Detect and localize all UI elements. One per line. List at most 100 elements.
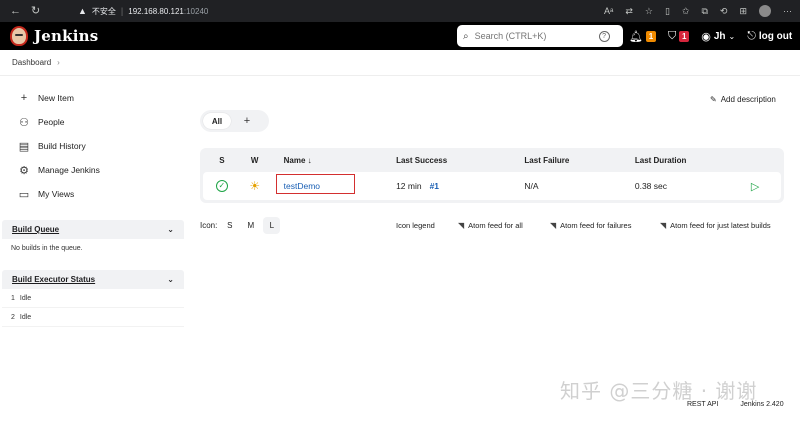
executor-row: 2 Idle	[2, 308, 184, 327]
footer: REST API Jenkins 2.420	[687, 401, 784, 408]
address-bar[interactable]: ▲ 不安全 | 192.168.80.121:10240	[70, 3, 216, 19]
chevron-down-icon[interactable]: ⌄	[167, 225, 174, 234]
sidebar-item-manage-jenkins[interactable]: ⚙ Manage Jenkins	[0, 158, 184, 182]
feed-failures-label: Atom feed for failures	[560, 221, 632, 230]
favorites-icon[interactable]: ✩	[682, 6, 690, 17]
help-icon[interactable]: ?	[598, 30, 610, 42]
job-link[interactable]: testDemo	[275, 174, 355, 194]
split-icon[interactable]: ▯	[665, 6, 670, 17]
sidebar-item-label: People	[38, 117, 65, 127]
collections-icon[interactable]: ⧉	[701, 6, 707, 17]
feed-failures-link[interactable]: ◥ Atom feed for failures	[550, 221, 660, 230]
user-menu[interactable]: ◉ Jh ⌄	[701, 30, 735, 43]
logout-button[interactable]: ⎋ log out	[747, 30, 792, 43]
logout-label: log out	[758, 30, 793, 42]
chevron-right-icon[interactable]: ›	[57, 58, 60, 67]
col-name[interactable]: Name ↓	[269, 156, 381, 165]
build-link[interactable]: #1	[430, 181, 439, 191]
back-icon[interactable]: ←	[10, 5, 21, 17]
status-cell: ✓	[203, 180, 241, 192]
sidebar-item-label: My Views	[38, 189, 75, 199]
address-separator: |	[120, 6, 124, 16]
pencil-icon: ✎	[710, 95, 717, 104]
executor-title[interactable]: Build Executor Status	[12, 275, 95, 284]
build-queue-header[interactable]: Build Queue ⌄	[2, 220, 184, 239]
version-link[interactable]: Jenkins 2.420	[740, 401, 783, 408]
executor-header[interactable]: Build Executor Status ⌄	[2, 270, 184, 289]
feed-latest-link[interactable]: ◥ Atom feed for just latest builds	[660, 221, 771, 230]
weather-cell: ☀	[241, 179, 269, 193]
chevron-down-icon[interactable]: ⌄	[167, 275, 174, 284]
more-icon[interactable]: ···	[783, 6, 792, 16]
jobs-table: S W Name ↓ Last Success Last Failure Las…	[200, 148, 784, 203]
header-actions: 🔔︎ 1 ⛉ 1 ◉ Jh ⌄ ⎋ log out	[629, 22, 792, 50]
success-icon: ✓	[215, 180, 228, 192]
last-failure-cell: N/A	[524, 181, 539, 191]
rss-icon: ◥	[458, 221, 465, 230]
icon-size-selector: Icon: S M L	[200, 217, 281, 234]
security-badge: 1	[679, 30, 690, 42]
tab-all[interactable]: All	[203, 113, 231, 129]
jenkins-logo[interactable]: Jenkins	[0, 26, 98, 46]
table-header: S W Name ↓ Last Success Last Failure Las…	[203, 148, 781, 172]
breadcrumb-dashboard[interactable]: Dashboard	[12, 58, 51, 67]
jenkins-butler-icon	[10, 26, 28, 46]
address-host: 192.168.80.121	[128, 7, 184, 16]
add-view-button[interactable]: +	[231, 115, 263, 127]
search-input[interactable]	[474, 31, 593, 41]
view-tabs: All +	[200, 110, 269, 132]
sidebar-item-people[interactable]: ⚇ People	[0, 110, 184, 134]
col-last-success[interactable]: Last Success	[381, 156, 509, 165]
add-description-button[interactable]: ✎ Add description	[710, 95, 776, 104]
browser-tools: Aᵃ ⇄ ☆ ▯ ✩ ⧉ ⟲ ⊞ ···	[604, 0, 792, 22]
executor-status: Idle	[19, 313, 32, 321]
icon-legend-label: Icon legend	[396, 221, 435, 230]
icon-size-l[interactable]: L	[263, 217, 281, 234]
add-description-label: Add description	[720, 95, 776, 104]
feed-all-link[interactable]: ◥ Atom feed for all	[458, 221, 550, 230]
sidebar-item-build-history[interactable]: ▤ Build History	[0, 134, 184, 158]
rest-api-link[interactable]: REST API	[687, 401, 718, 408]
notifications-button[interactable]: 🔔︎ 1	[629, 30, 656, 43]
executor-status: Idle	[19, 294, 32, 302]
rss-icon: ◥	[550, 221, 557, 230]
sidebar-item-label: Build History	[38, 141, 86, 151]
notifications-badge: 1	[645, 30, 656, 42]
run-cell: ▷	[729, 180, 781, 193]
executor-row: 1 Idle	[2, 289, 184, 308]
name-cell: testDemo	[269, 174, 381, 194]
bell-icon: 🔔︎	[629, 30, 643, 43]
icon-legend-link[interactable]: Icon legend	[396, 221, 458, 230]
col-weather[interactable]: W	[241, 156, 269, 165]
user-name: Jh	[713, 30, 726, 42]
feed-latest-label: Atom feed for just latest builds	[670, 221, 771, 230]
profile-icon[interactable]	[759, 5, 771, 17]
sidebar-item-my-views[interactable]: ▭ My Views	[0, 182, 184, 206]
refresh-icon[interactable]: ↻	[31, 5, 40, 17]
executor-number: 1	[11, 294, 15, 302]
window-icon: ▭	[18, 188, 30, 201]
people-icon: ⚇	[19, 116, 29, 129]
watermark: 知乎 @三分糖 · 谢谢	[560, 379, 758, 403]
last-duration-cell: 0.38 sec	[634, 181, 667, 191]
history-icon[interactable]: ⟲	[720, 6, 728, 17]
favorite-icon[interactable]: ☆	[645, 6, 653, 17]
read-aloud-icon[interactable]: Aᵃ	[604, 6, 613, 16]
build-queue-panel: Build Queue ⌄ No builds in the queue.	[2, 220, 184, 258]
icon-size-s[interactable]: S	[221, 217, 238, 234]
col-status[interactable]: S	[203, 156, 241, 165]
shield-icon: ⛉	[667, 29, 677, 42]
col-last-failure[interactable]: Last Failure	[509, 156, 619, 165]
play-icon[interactable]: ▷	[751, 181, 759, 193]
icon-size-label: Icon:	[200, 221, 218, 230]
search-box[interactable]: ⌕ ?	[457, 25, 623, 47]
col-last-duration[interactable]: Last Duration	[620, 156, 729, 165]
translate-icon[interactable]: ⇄	[625, 6, 633, 17]
sidebar-item-new-item[interactable]: + New Item	[0, 86, 184, 110]
security-button[interactable]: ⛉ 1	[667, 29, 690, 43]
jenkins-header: Jenkins ⌕ ? 🔔︎ 1 ⛉ 1 ◉ Jh ⌄ ⎋ log out	[0, 22, 800, 50]
last-success-time: 12 min	[396, 181, 422, 191]
build-queue-title[interactable]: Build Queue	[12, 225, 59, 234]
extensions-icon[interactable]: ⊞	[739, 6, 747, 17]
icon-size-m[interactable]: M	[242, 217, 259, 234]
